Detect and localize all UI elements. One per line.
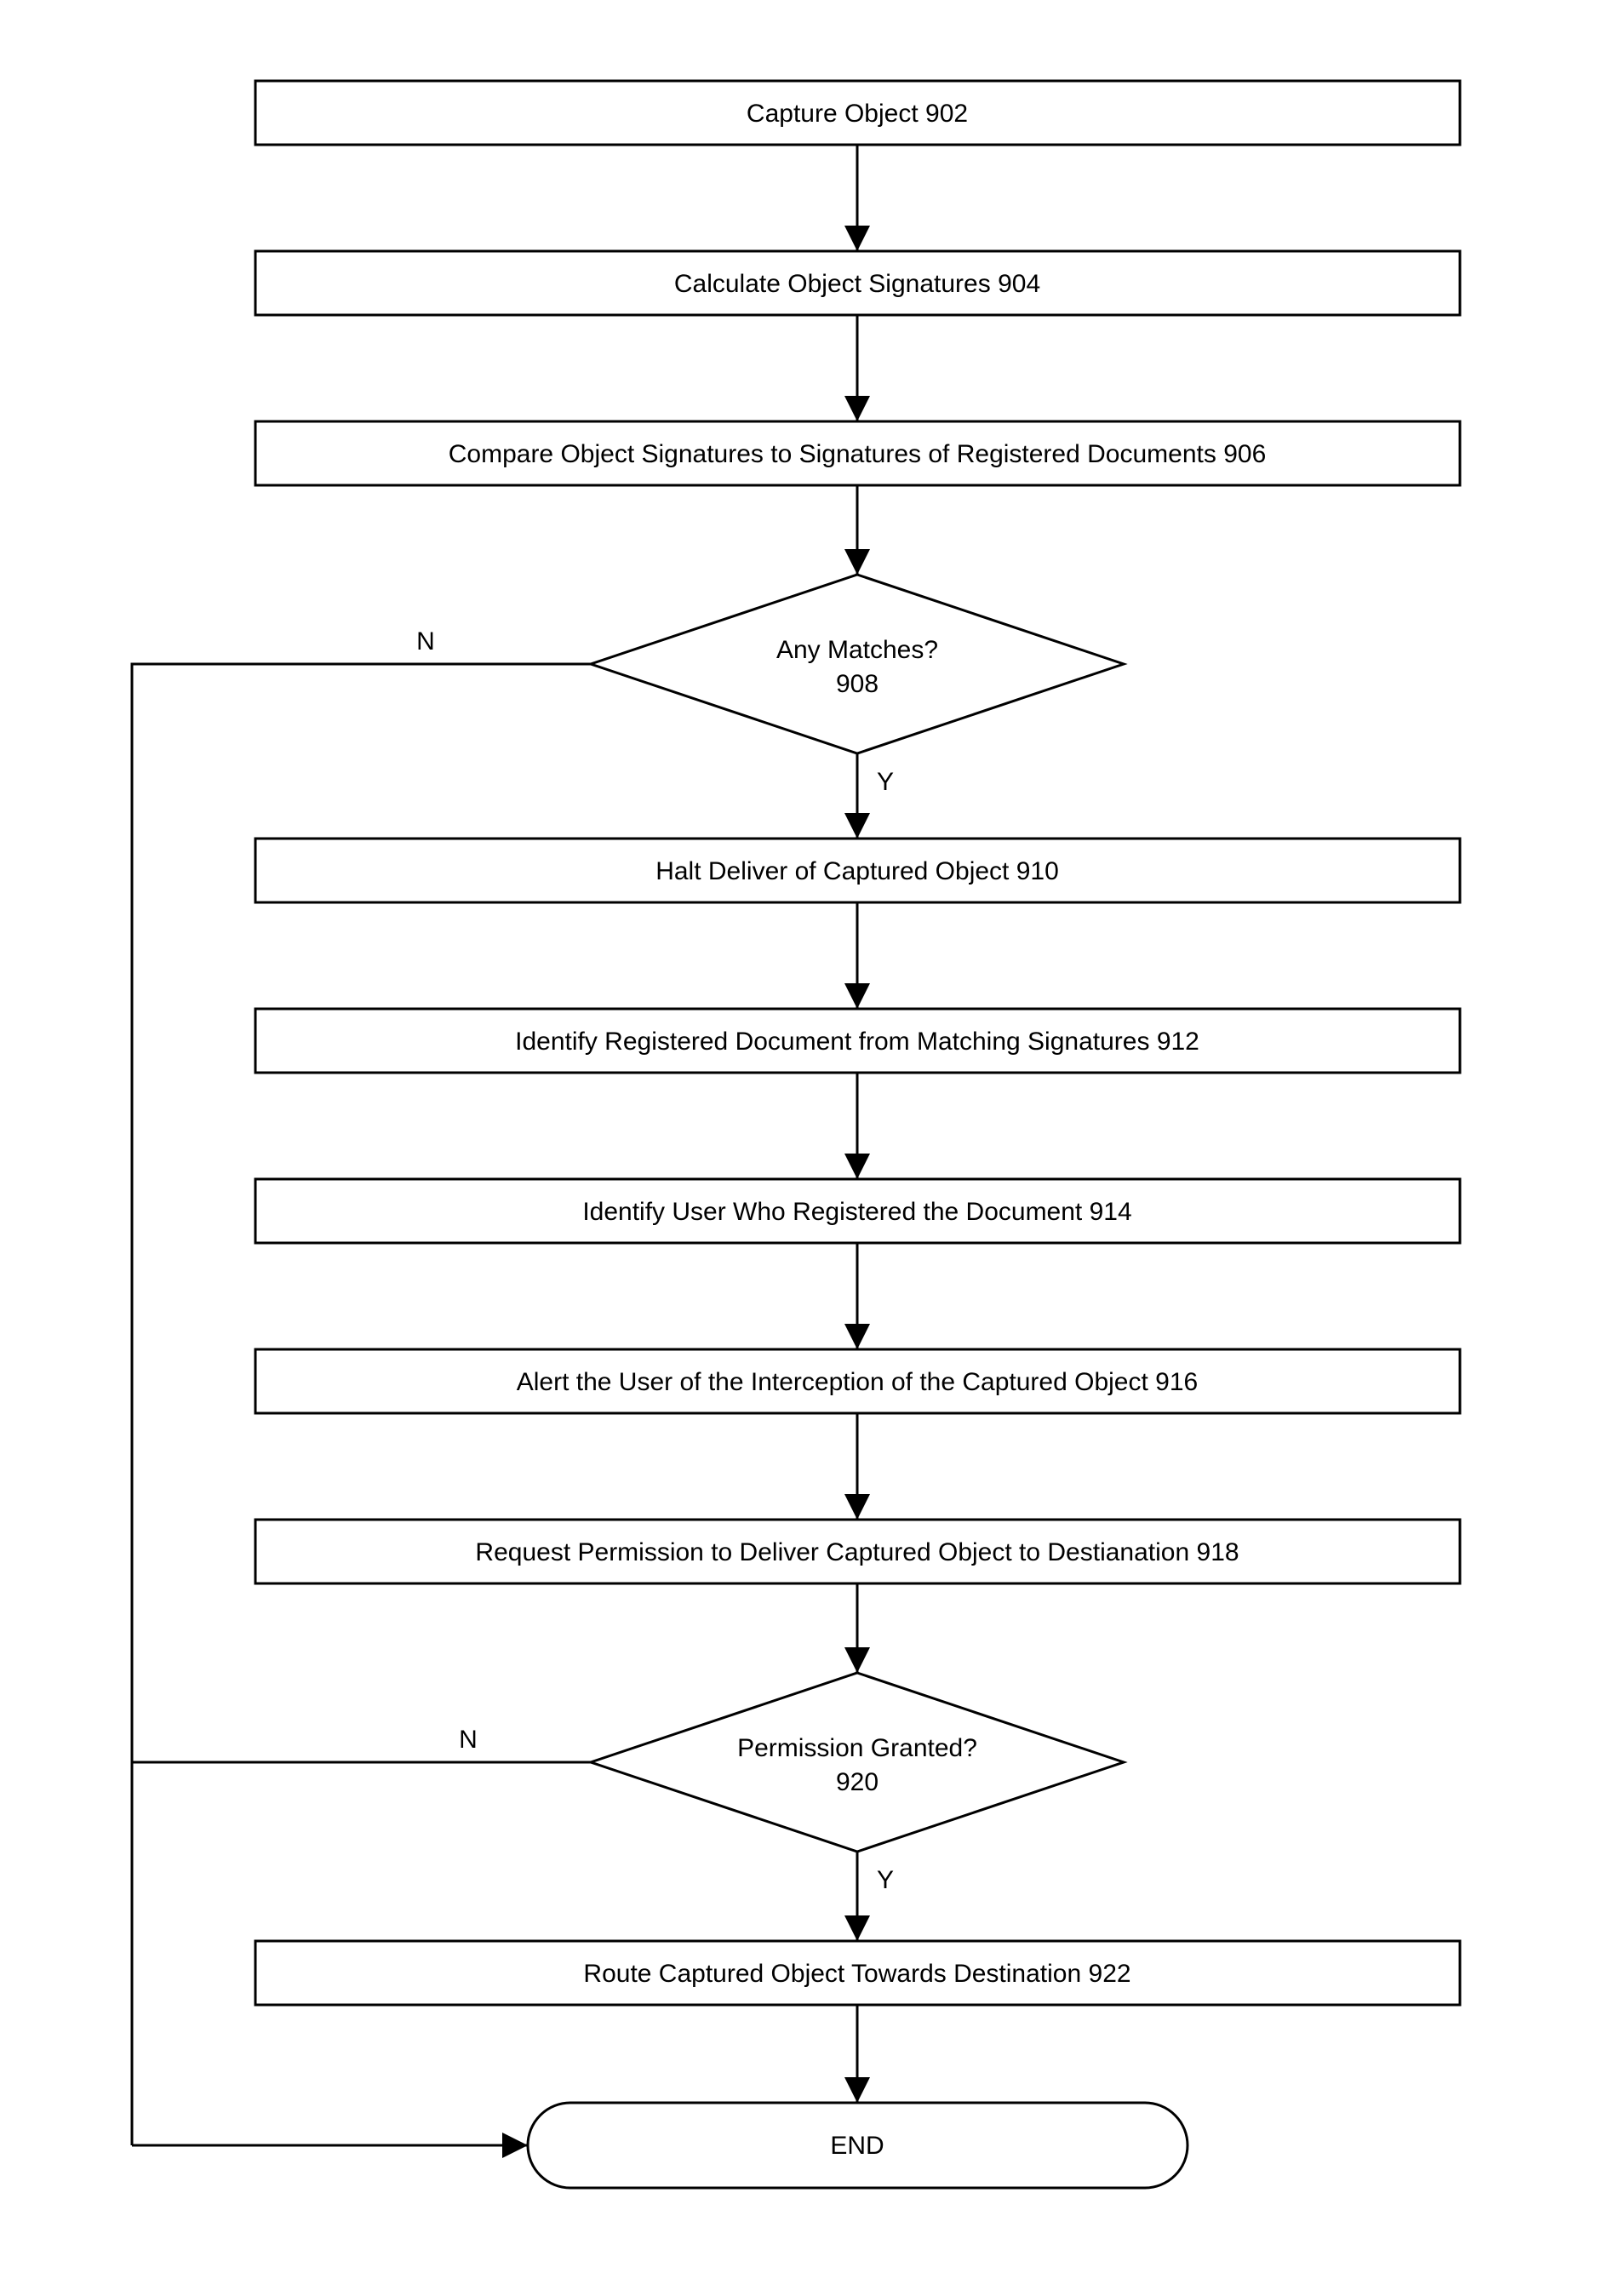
- n916-text: Alert the User of the Interception of th…: [517, 1368, 1149, 1396]
- svg-text:Capture Object: Capture Object 902: [747, 100, 968, 128]
- svg-text:Calculate Object Signatures: Calculate Object Signatures 904: [674, 270, 1040, 298]
- edge-916-918: [844, 1413, 870, 1520]
- process-calculate-signatures: Calculate Object Signatures 904: [255, 251, 1460, 315]
- n920-text: Permission Granted?: [737, 1734, 977, 1762]
- edge-910-912: [844, 902, 870, 1009]
- n914-text: Identify User Who Registered the Documen…: [582, 1198, 1083, 1226]
- n912-text: Identify Registered Document from Matchi…: [515, 1028, 1149, 1056]
- process-compare-signatures: Compare Object Signatures to Signatures …: [255, 421, 1460, 485]
- terminator-end: END: [528, 2103, 1188, 2188]
- edge-no-branches-to-end: [132, 2133, 528, 2158]
- n922-text: Route Captured Object Towards Destinatio…: [583, 1960, 1081, 1988]
- n910-text: Halt Deliver of Captured Object: [655, 857, 1010, 885]
- label-920-no: N: [459, 1726, 478, 1754]
- n902-ref: 902: [925, 100, 968, 128]
- n908-text: Any Matches?: [776, 636, 938, 664]
- process-identify-user: Identify User Who Registered the Documen…: [255, 1179, 1460, 1243]
- n922-ref: 922: [1089, 1960, 1131, 1988]
- edge-908-910-yes: Y: [844, 753, 894, 839]
- process-request-permission: Request Permission to Deliver Captured O…: [255, 1520, 1460, 1583]
- n906-text: Compare Object Signatures to Signatures …: [449, 440, 1216, 468]
- n916-ref: 916: [1155, 1368, 1198, 1396]
- edge-920-no: N: [132, 1726, 591, 1762]
- n904-ref: 904: [998, 270, 1040, 298]
- flowchart: Capture Object 902 Calculate Object Sign…: [0, 0, 1614, 2296]
- process-alert-user: Alert the User of the Interception of th…: [255, 1349, 1460, 1413]
- edge-920-922-yes: Y: [844, 1852, 894, 1941]
- svg-text:Compare Object Signatures to S: Compare Object Signatures to Signatures …: [449, 440, 1267, 468]
- n918-ref: 918: [1197, 1538, 1239, 1566]
- edge-906-908: [844, 485, 870, 575]
- svg-text:Identify User Who Registered t: Identify User Who Registered the Documen…: [582, 1198, 1131, 1226]
- end-text: END: [830, 2132, 884, 2160]
- svg-text:Route Captured Object Towards: Route Captured Object Towards Destinatio…: [583, 1960, 1130, 1988]
- n912-ref: 912: [1157, 1028, 1199, 1056]
- n904-text: Calculate Object Signatures: [674, 270, 991, 298]
- svg-text:Identify Registered Document f: Identify Registered Document from Matchi…: [515, 1028, 1199, 1056]
- edge-904-906: [844, 315, 870, 421]
- label-920-yes: Y: [877, 1866, 894, 1894]
- decision-permission-granted: Permission Granted? 920: [591, 1673, 1124, 1852]
- edge-914-916: [844, 1243, 870, 1349]
- edge-918-920: [844, 1583, 870, 1673]
- decision-any-matches: Any Matches? 908: [591, 575, 1124, 753]
- svg-text:Halt Deliver of Captured Objec: Halt Deliver of Captured Object 910: [655, 857, 1059, 885]
- svg-text:Request Permission to Deliver: Request Permission to Deliver Captured O…: [475, 1538, 1239, 1566]
- n908-ref: 908: [836, 670, 879, 698]
- label-908-yes: Y: [877, 768, 894, 796]
- edge-902-904: [844, 145, 870, 251]
- edge-912-914: [844, 1073, 870, 1179]
- n906-ref: 906: [1223, 440, 1266, 468]
- process-route-object: Route Captured Object Towards Destinatio…: [255, 1941, 1460, 2005]
- process-halt-deliver: Halt Deliver of Captured Object 910: [255, 839, 1460, 902]
- edge-922-end: [844, 2005, 870, 2103]
- n914-ref: 914: [1090, 1198, 1132, 1226]
- label-908-no: N: [416, 627, 435, 656]
- n920-ref: 920: [836, 1768, 879, 1796]
- process-identify-document: Identify Registered Document from Matchi…: [255, 1009, 1460, 1073]
- process-capture-object: Capture Object 902: [255, 81, 1460, 145]
- svg-text:Alert the User of the Intercep: Alert the User of the Interception of th…: [517, 1368, 1198, 1396]
- n910-ref: 910: [1016, 857, 1059, 885]
- n902-text: Capture Object: [747, 100, 919, 128]
- n918-text: Request Permission to Deliver Captured O…: [475, 1538, 1189, 1566]
